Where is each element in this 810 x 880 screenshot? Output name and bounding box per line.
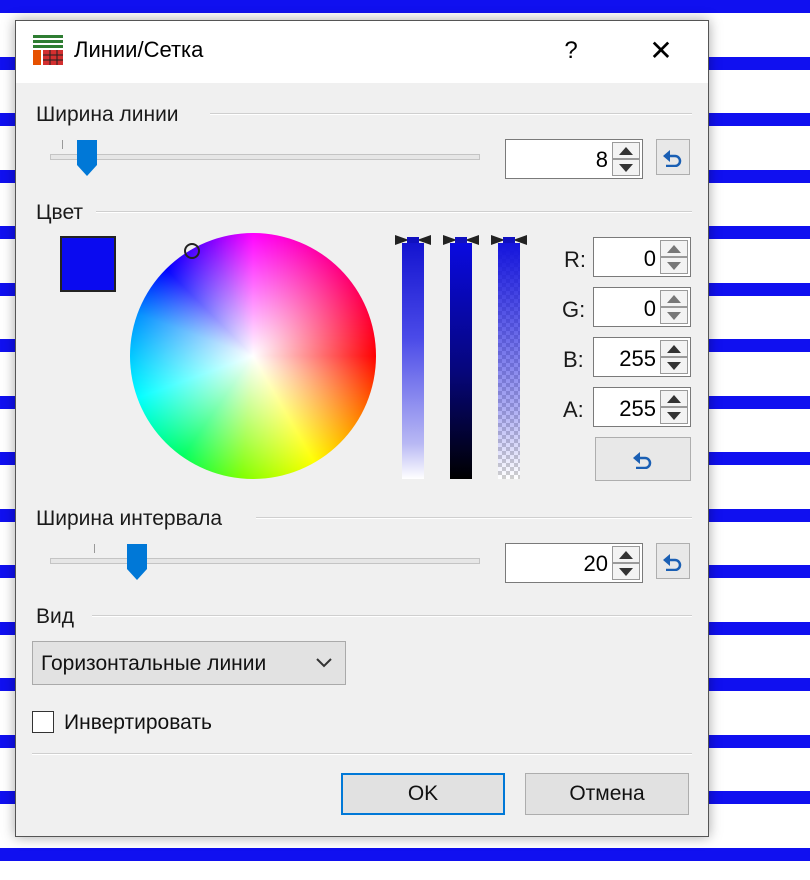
spin-down-button[interactable] [660,357,688,374]
alpha-channel-label: A: [563,397,584,422]
section-divider [32,753,692,755]
grid-app-icon [32,33,64,67]
color-label: Цвет [36,201,84,224]
interval-width-slider-thumb[interactable] [126,543,148,581]
line-width-input[interactable]: 8 [505,139,643,179]
spin-down-button[interactable] [612,159,640,176]
spin-up-button[interactable] [660,240,688,257]
line-width-value: 8 [595,147,608,172]
slider-tick [94,544,95,553]
blue-channel-input[interactable]: 255 [593,337,691,377]
saturation-bar[interactable] [402,243,424,479]
red-channel-label: R: [564,247,586,272]
background-stripe [0,0,810,13]
background-stripe [0,848,810,861]
line-width-label: Ширина линии [36,103,179,126]
blue-channel-spinner[interactable] [660,340,688,374]
spin-up-button[interactable] [660,290,688,307]
ok-button[interactable]: OK [341,773,505,815]
interval-width-spinner[interactable] [612,546,640,580]
current-color-swatch [60,236,116,292]
view-label: Вид [36,605,74,628]
color-wheel[interactable] [130,233,376,479]
help-button[interactable]: ? [546,29,596,73]
undo-icon [663,554,682,571]
color-reset-button[interactable] [595,437,691,481]
red-channel-value: 0 [643,246,656,271]
lines-grid-dialog: Линии/Сетка ? ✕ Ширина линии 8 Цвет R: 0… [15,20,709,837]
green-channel-spinner[interactable] [660,290,688,324]
window-title: Линии/Сетка [74,37,204,62]
interval-width-value: 20 [583,551,608,576]
green-channel-value: 0 [643,296,656,321]
spin-up-button[interactable] [660,340,688,357]
alpha-channel-input[interactable]: 255 [593,387,691,427]
blue-channel-value: 255 [619,346,656,371]
alpha-channel-spinner[interactable] [660,390,688,424]
section-divider [96,211,692,213]
line-width-slider-track[interactable] [50,154,480,160]
section-divider [256,517,692,519]
blue-channel-label: B: [563,347,584,372]
line-width-slider-thumb[interactable] [76,139,98,177]
green-channel-input[interactable]: 0 [593,287,691,327]
interval-width-input[interactable]: 20 [505,543,643,583]
spin-up-button[interactable] [612,546,640,563]
interval-width-reset-button[interactable] [656,543,690,579]
view-selected-value: Горизонтальные линии [41,652,267,675]
color-wheel-marker[interactable] [184,243,200,259]
interval-width-label: Ширина интервала [36,507,223,530]
undo-icon [663,150,682,167]
spin-down-button[interactable] [660,257,688,274]
spin-down-button[interactable] [660,407,688,424]
view-dropdown[interactable]: Горизонтальные линии [32,641,346,685]
spin-down-button[interactable] [660,307,688,324]
undo-icon [633,452,652,469]
close-button[interactable]: ✕ [636,29,686,73]
section-divider [210,113,692,115]
title-bar: Линии/Сетка ? ✕ [16,21,708,83]
red-channel-spinner[interactable] [660,240,688,274]
spin-down-button[interactable] [612,563,640,580]
interval-width-slider-track[interactable] [50,558,480,564]
cancel-button[interactable]: Отмена [525,773,689,815]
chevron-down-icon [316,658,332,668]
brightness-bar[interactable] [450,243,472,479]
line-width-reset-button[interactable] [656,139,690,175]
invert-label[interactable]: Инвертировать [64,711,212,735]
spin-up-button[interactable] [660,390,688,407]
alpha-channel-value: 255 [619,396,656,421]
section-divider [92,615,692,617]
line-width-spinner[interactable] [612,142,640,176]
green-channel-label: G: [562,297,586,322]
alpha-bar[interactable] [498,243,520,479]
spin-up-button[interactable] [612,142,640,159]
invert-checkbox[interactable] [32,711,54,733]
red-channel-input[interactable]: 0 [593,237,691,277]
slider-tick [62,140,63,149]
